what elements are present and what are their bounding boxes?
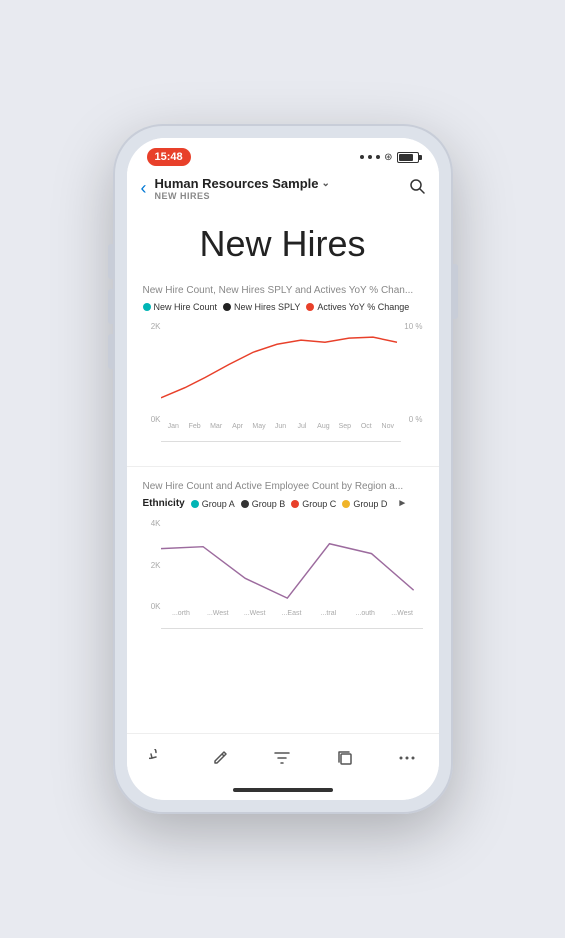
nav-title-text: Human Resources Sample	[155, 176, 319, 191]
copy-button[interactable]	[327, 744, 363, 772]
battery-icon	[397, 152, 419, 163]
x-label-2: Mar	[205, 423, 226, 441]
stacked-x-label-3: ...East	[273, 610, 310, 628]
phone-screen: 15:48 ⊛ ‹ Human Resources Sample ⌄ NEW H…	[127, 138, 439, 800]
stacked-y-4k: 4K	[143, 519, 161, 528]
legend-label-2: Actives YoY % Change	[317, 302, 409, 312]
legend-dot-2	[306, 303, 314, 311]
y-label-2k: 2K	[143, 322, 161, 331]
phone-frame: 15:48 ⊛ ‹ Human Resources Sample ⌄ NEW H…	[113, 124, 453, 814]
legend-item-2: Actives YoY % Change	[306, 302, 409, 312]
eth-label-1: Group B	[252, 499, 286, 509]
stacked-x-label-1: ...West	[199, 610, 236, 628]
eth-label-3: Group D	[353, 499, 387, 509]
page-content: New Hires New Hire Count, New Hires SPLY…	[127, 207, 439, 733]
more-button[interactable]	[389, 744, 425, 772]
stacked-x-label-5: ...outh	[347, 610, 384, 628]
chart1-title: New Hire Count, New Hires SPLY and Activ…	[143, 285, 423, 296]
y-axis-right: 10 % 0 %	[401, 322, 423, 442]
eth-dot-3	[342, 500, 350, 508]
stacked-x-label-4: ...tral	[310, 610, 347, 628]
eth-legend-0: Group A	[191, 499, 235, 509]
stacked-x-label-2: ...West	[236, 610, 273, 628]
ethnicity-legend: Ethnicity Group A Group B Group C	[143, 498, 423, 509]
y-label-0pct: 0 %	[401, 415, 423, 424]
eth-legend-2: Group C	[291, 499, 336, 509]
eth-label-0: Group A	[202, 499, 235, 509]
legend-dot-0	[143, 303, 151, 311]
eth-label-2: Group C	[302, 499, 336, 509]
chart1-legend: New Hire Count New Hires SPLY Actives Yo…	[143, 302, 423, 312]
legend-item-1: New Hires SPLY	[223, 302, 300, 312]
nav-title-block: Human Resources Sample ⌄ NEW HIRES	[155, 176, 409, 201]
stacked-x-labels: ...orth...West...West...East...tral...ou…	[161, 610, 423, 628]
home-indicator	[127, 780, 439, 800]
x-label-9: Oct	[356, 423, 377, 441]
legend-item-0: New Hire Count	[143, 302, 218, 312]
signal-icon	[360, 155, 364, 159]
stacked-chart-area: 4K 2K 0K ...orth...West...West...East...…	[143, 519, 423, 629]
eth-dot-0	[191, 500, 199, 508]
x-label-5: Jun	[270, 423, 291, 441]
x-label-3: Apr	[227, 423, 248, 441]
chart2-title: New Hire Count and Active Employee Count…	[143, 481, 423, 492]
status-bar: 15:48 ⊛	[127, 138, 439, 172]
eth-dot-2	[291, 500, 299, 508]
nav-title: Human Resources Sample ⌄	[155, 176, 409, 191]
x-label-0: Jan	[163, 423, 184, 441]
page-title: New Hires	[127, 207, 439, 285]
stacked-bars-wrapper: ...orth...West...West...East...tral...ou…	[161, 519, 423, 629]
bottom-toolbar	[127, 733, 439, 780]
legend-dot-1	[223, 303, 231, 311]
undo-button[interactable]	[140, 744, 176, 772]
nav-subtitle: NEW HIRES	[155, 191, 409, 201]
y-label-10pct: 10 %	[401, 322, 423, 331]
y-label-0k: 0K	[143, 415, 161, 424]
nav-chevron-icon: ⌄	[322, 178, 330, 189]
chart2-section: New Hire Count and Active Employee Count…	[127, 467, 439, 639]
x-label-10: Nov	[377, 423, 398, 441]
eth-legend-1: Group B	[241, 499, 286, 509]
filter-button[interactable]	[264, 744, 300, 772]
legend-label-0: New Hire Count	[154, 302, 218, 312]
signal-icon3	[376, 155, 380, 159]
bars-wrapper: JanFebMarAprMayJunJulAugSepOctNov	[161, 322, 401, 442]
search-button[interactable]	[409, 178, 425, 199]
chart1-container: 2K 0K JanFebMarAprMayJunJulAugSepOctNov	[143, 322, 423, 442]
pen-button[interactable]	[202, 744, 238, 772]
x-label-4: May	[248, 423, 269, 441]
x-label-7: Aug	[313, 423, 334, 441]
bars-inner	[161, 322, 401, 423]
x-label-1: Feb	[184, 423, 205, 441]
x-label-8: Sep	[334, 423, 355, 441]
legend-label-1: New Hires SPLY	[234, 302, 300, 312]
x-labels: JanFebMarAprMayJunJulAugSepOctNov	[161, 423, 401, 441]
status-icons: ⊛	[360, 152, 418, 163]
wifi-icon: ⊛	[384, 152, 392, 163]
chart1-section: New Hire Count, New Hires SPLY and Activ…	[127, 285, 439, 466]
stacked-y-axis: 4K 2K 0K	[143, 519, 161, 629]
ethnicity-label: Ethnicity	[143, 498, 185, 509]
eth-legend-3: Group D	[342, 499, 387, 509]
eth-dot-1	[241, 500, 249, 508]
stacked-y-2k: 2K	[143, 561, 161, 570]
legend-chevron-icon[interactable]: ►	[397, 498, 407, 509]
chart1-area: 2K 0K JanFebMarAprMayJunJulAugSepOctNov	[143, 322, 423, 442]
home-bar	[233, 788, 333, 792]
x-label-6: Jul	[291, 423, 312, 441]
y-axis-left: 2K 0K	[143, 322, 161, 442]
stacked-x-label-6: ...West	[384, 610, 421, 628]
stacked-y-0k: 0K	[143, 602, 161, 611]
status-time: 15:48	[147, 148, 191, 166]
signal-icon2	[368, 155, 372, 159]
stacked-x-label-0: ...orth	[163, 610, 200, 628]
back-button[interactable]: ‹	[141, 178, 147, 199]
nav-bar: ‹ Human Resources Sample ⌄ NEW HIRES	[127, 172, 439, 207]
stacked-bars-inner	[161, 519, 423, 610]
